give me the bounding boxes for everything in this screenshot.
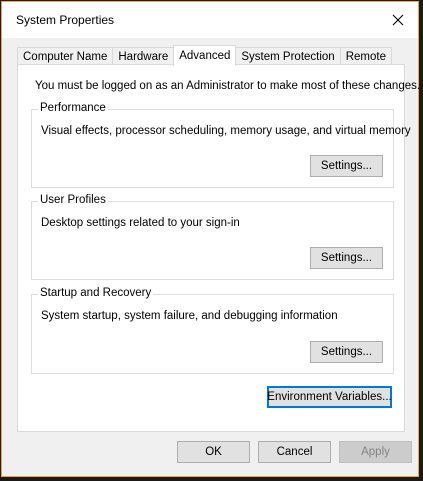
tab-hardware[interactable]: Hardware (112, 47, 175, 65)
cancel-button[interactable]: Cancel (258, 441, 331, 463)
window-title: System Properties (16, 13, 115, 27)
advanced-tab-panel: You must be logged on as an Administrato… (17, 64, 420, 432)
performance-settings-button[interactable]: Settings... (310, 155, 383, 177)
tab-computer-name[interactable]: Computer Name (17, 47, 114, 65)
user-profiles-settings-button[interactable]: Settings... (310, 247, 383, 269)
tab-advanced[interactable]: Advanced (173, 45, 237, 66)
admin-note: You must be logged on as an Administrato… (35, 80, 421, 92)
user-profiles-group: User Profiles Desktop settings related t… (31, 194, 394, 280)
close-icon (392, 14, 404, 26)
performance-label: Performance (38, 102, 108, 114)
startup-recovery-description: System startup, system failure, and debu… (41, 310, 338, 322)
tab-strip: Computer Name Hardware Advanced System P… (17, 45, 392, 66)
title-bar[interactable]: System Properties (2, 2, 418, 38)
ok-button[interactable]: OK (177, 441, 250, 463)
startup-recovery-group: Startup and Recovery System startup, sys… (31, 287, 394, 374)
environment-variables-button[interactable]: Environment Variables... (267, 386, 392, 408)
close-button[interactable] (378, 2, 418, 38)
user-profiles-description: Desktop settings related to your sign-in (41, 217, 240, 229)
performance-group: Performance Visual effects, processor sc… (31, 102, 411, 188)
performance-description: Visual effects, processor scheduling, me… (41, 125, 411, 137)
tab-system-protection[interactable]: System Protection (235, 47, 341, 65)
system-properties-window: System Properties Computer Name Hardware… (1, 1, 420, 477)
tab-remote[interactable]: Remote (339, 47, 392, 65)
startup-recovery-settings-button[interactable]: Settings... (310, 341, 383, 363)
user-profiles-label: User Profiles (38, 194, 108, 206)
startup-recovery-label: Startup and Recovery (38, 287, 154, 299)
apply-button[interactable]: Apply (339, 441, 412, 463)
